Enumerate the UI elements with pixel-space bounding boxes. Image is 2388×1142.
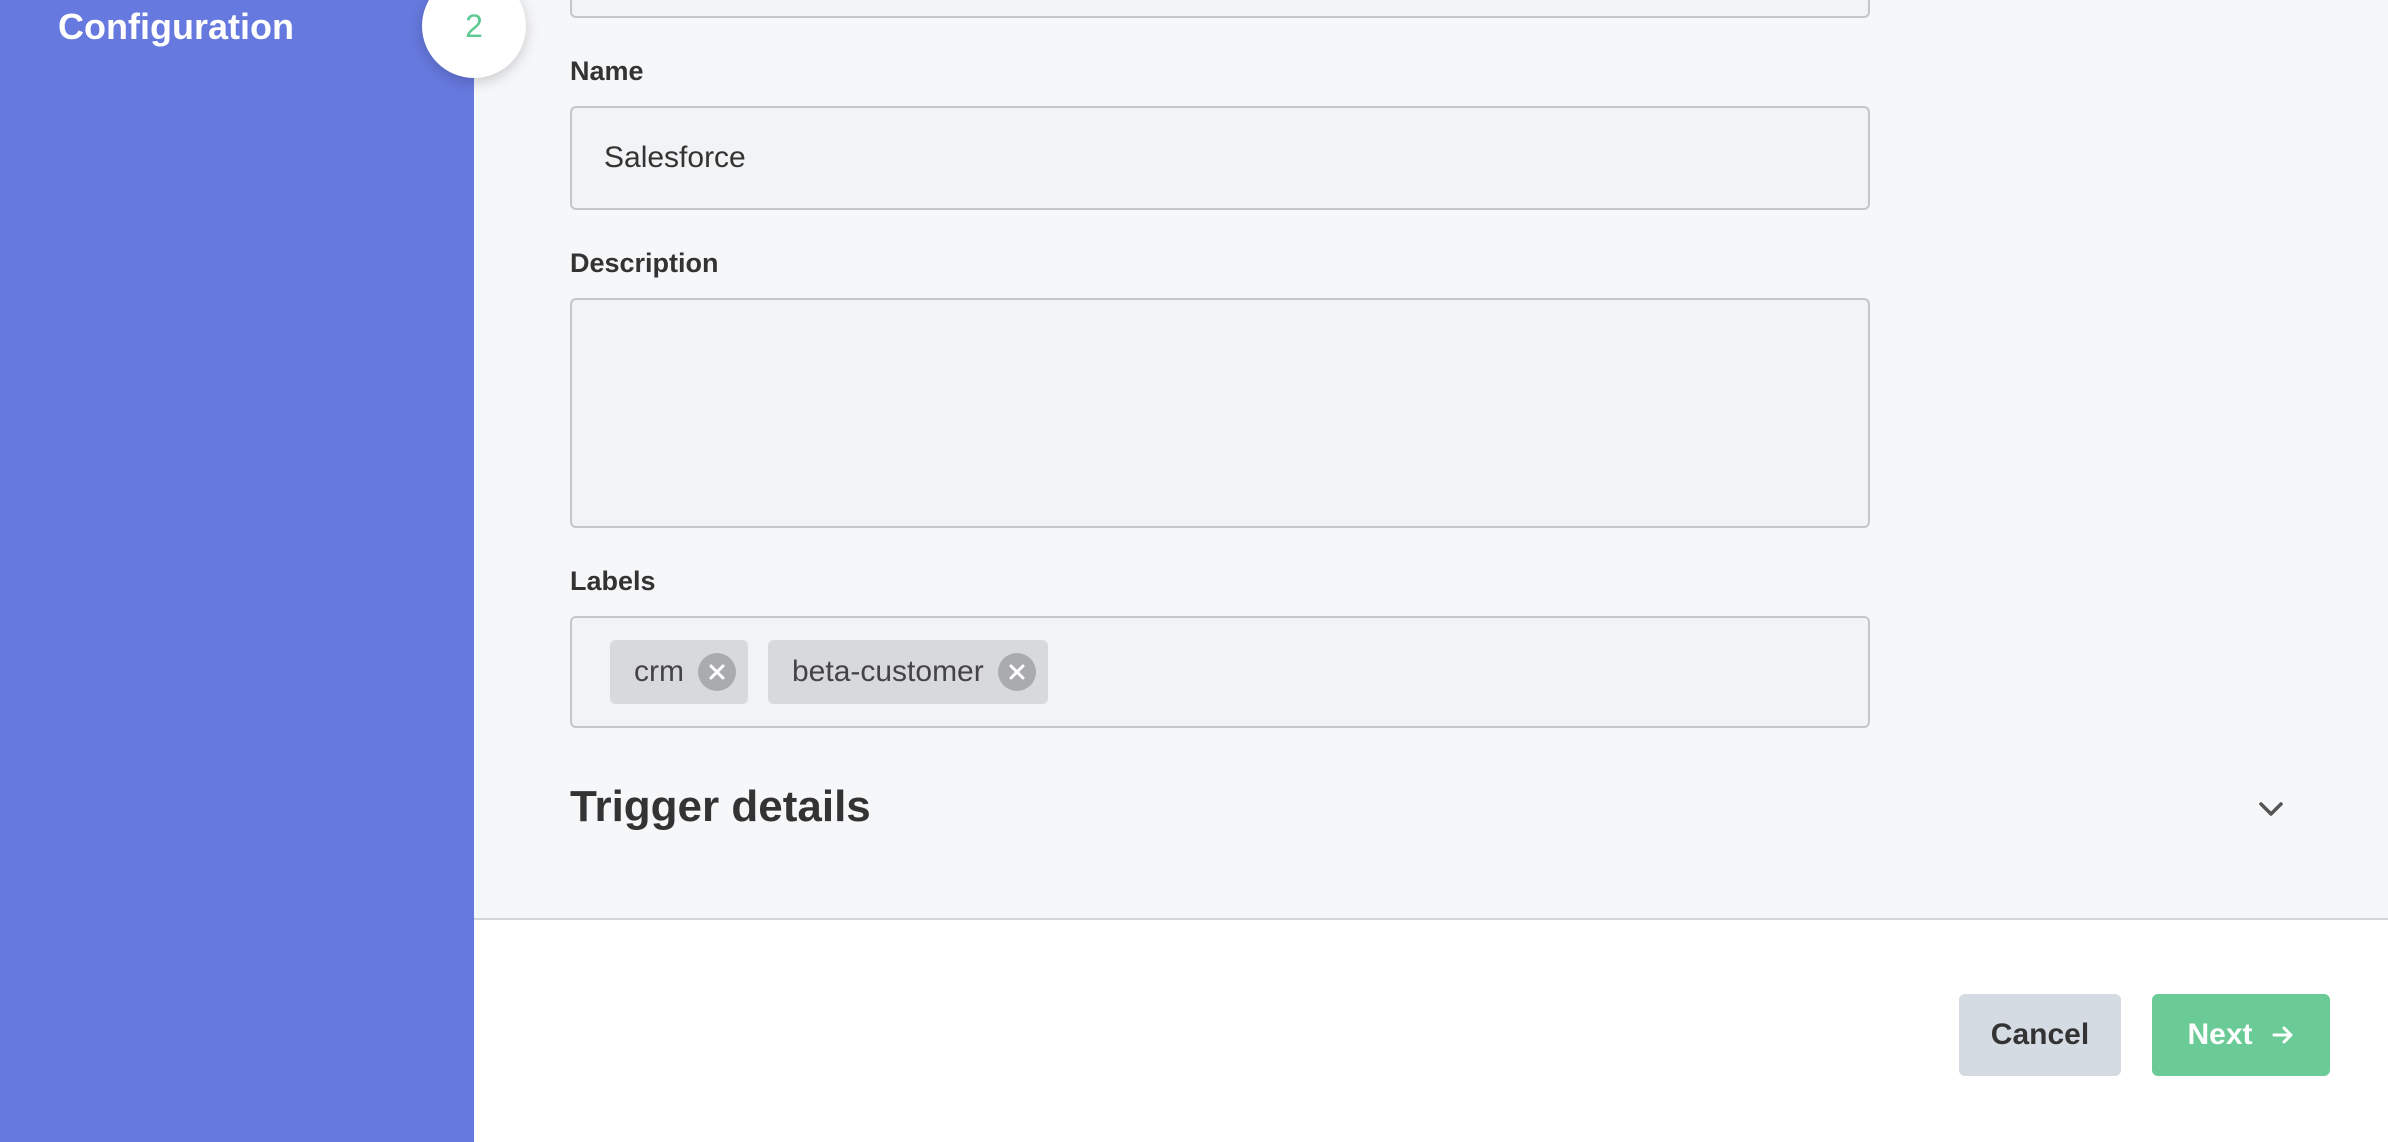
wizard-sidebar: Configuration: [0, 0, 474, 1142]
description-label: Description: [570, 248, 719, 278]
label-chip: crm: [610, 640, 748, 704]
form-panel: Name Description Labels crm beta-custome…: [474, 0, 2388, 920]
previous-field-edge[interactable]: [570, 0, 1870, 18]
name-label: Name: [570, 56, 644, 86]
label-chip-text: crm: [634, 655, 684, 688]
trigger-details-heading[interactable]: Trigger details: [570, 782, 871, 832]
step-title: Configuration: [58, 6, 294, 47]
labels-input[interactable]: crm beta-customer: [570, 616, 1870, 728]
cancel-button-label: Cancel: [1990, 1018, 2090, 1051]
wizard-footer: Cancel Next: [474, 922, 2388, 1142]
chevron-down-icon[interactable]: [2254, 794, 2288, 824]
cancel-button[interactable]: Cancel: [1959, 994, 2121, 1076]
label-chip: beta-customer: [767, 640, 1048, 704]
labels-label: Labels: [570, 566, 656, 596]
arrow-right-icon: [2272, 1026, 2293, 1044]
next-button-label: Next: [2187, 1018, 2253, 1051]
label-chip-text: beta-customer: [791, 655, 984, 688]
description-textarea[interactable]: [570, 298, 1870, 528]
close-circle-icon[interactable]: [997, 653, 1036, 691]
next-button[interactable]: Next: [2152, 994, 2330, 1076]
close-circle-icon[interactable]: [697, 653, 736, 691]
name-input[interactable]: [570, 106, 1870, 210]
